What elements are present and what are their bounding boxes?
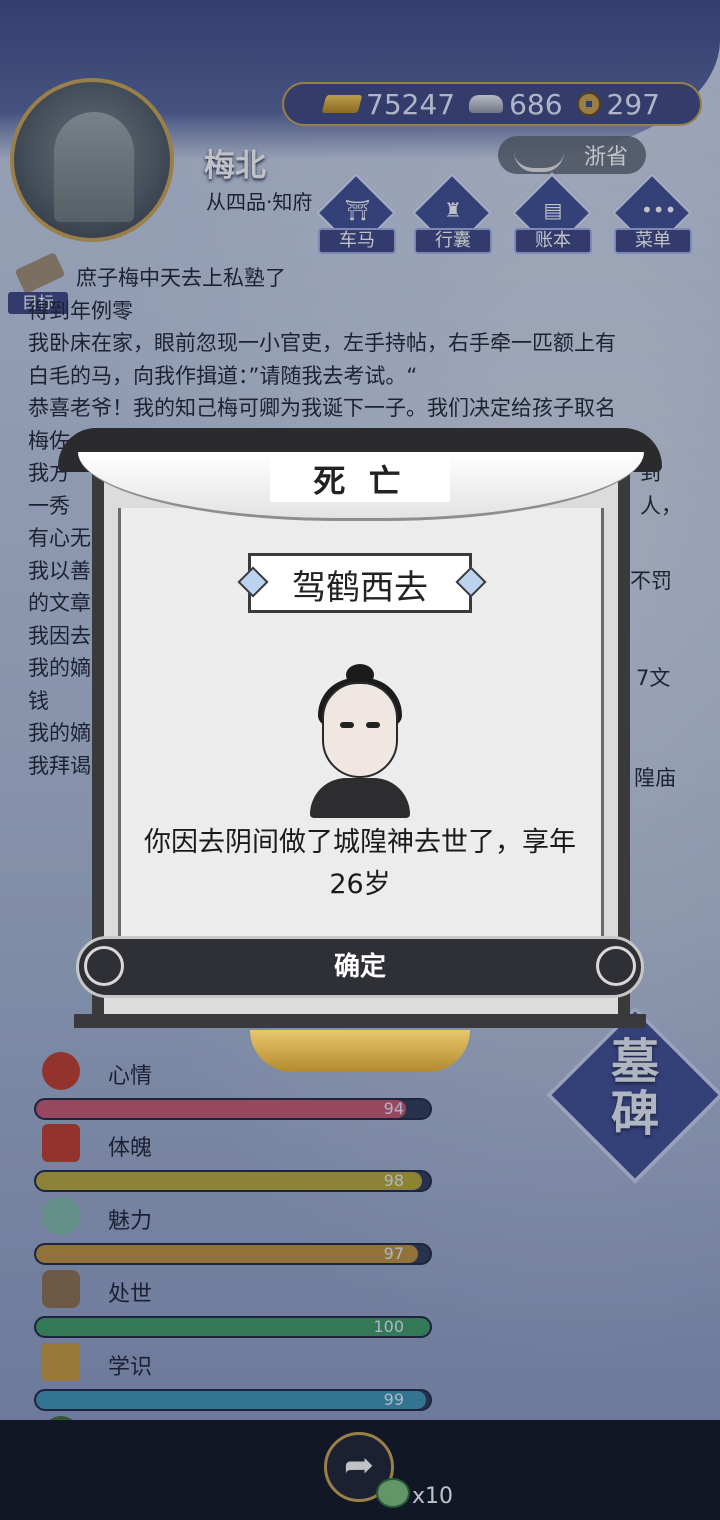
- face: [322, 682, 398, 778]
- gold-ornament: [250, 1030, 470, 1072]
- confirm-button[interactable]: 确定: [76, 936, 644, 998]
- cloud-ornament-icon: [84, 946, 124, 986]
- dialog-subtitle: 驾鹤西去: [292, 568, 428, 608]
- eye: [366, 722, 380, 728]
- death-message: 你因去阴间做了城隍神去世了，享年26岁: [144, 827, 576, 900]
- eye: [340, 722, 354, 728]
- character-portrait: [300, 664, 420, 818]
- dialog-base: [74, 1014, 646, 1028]
- dialog-title: 死 亡: [313, 462, 407, 500]
- robe: [310, 778, 410, 818]
- cloud-ornament-icon: [596, 946, 636, 986]
